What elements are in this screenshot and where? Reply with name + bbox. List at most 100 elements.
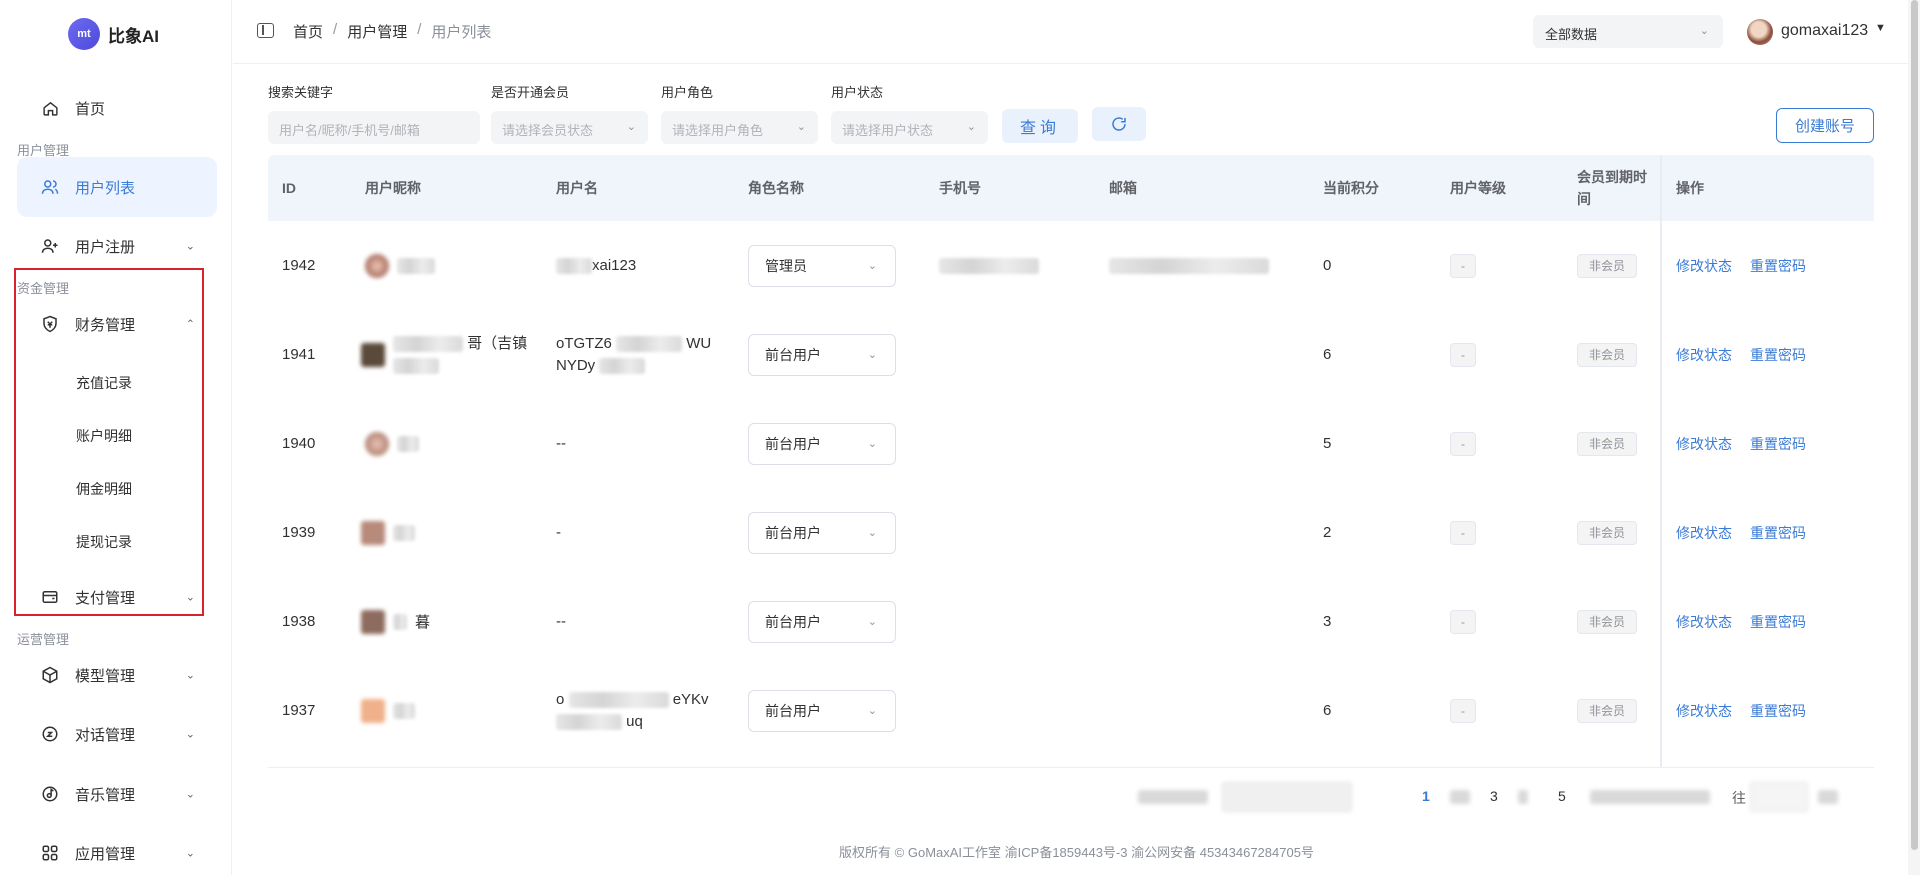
create-account-button[interactable]: 创建账号	[1776, 108, 1874, 143]
music-icon	[41, 785, 59, 803]
sidebar-toggle-icon[interactable]	[257, 23, 274, 38]
redacted-text	[556, 713, 622, 730]
data-scope-select[interactable]: 全部数据 ⌄	[1533, 15, 1723, 48]
chevron-down-icon: ⌄	[185, 669, 195, 682]
sidebar-subitem-recharge[interactable]: 充值记录	[76, 373, 132, 393]
user-avatar	[361, 698, 385, 723]
breadcrumb-home[interactable]: 首页	[293, 21, 323, 42]
redacted-text	[393, 702, 415, 719]
role-value: 管理员	[765, 257, 807, 274]
username[interactable]: gomaxai123	[1781, 22, 1868, 40]
role-select[interactable]: 前台用户 ⌄	[748, 511, 896, 554]
logo-icon: mt	[68, 18, 100, 50]
reset-password-link[interactable]: 重置密码	[1750, 612, 1806, 632]
data-scope-value: 全部数据	[1545, 27, 1598, 42]
sidebar-item-label: 对话管理	[75, 726, 136, 744]
cell-level: -	[1450, 577, 1476, 666]
scrollbar-thumb[interactable]	[1911, 0, 1918, 850]
page-size-select[interactable]	[1222, 782, 1352, 812]
role-select[interactable]: 前台用户 ⌄	[748, 689, 896, 732]
redacted-text	[397, 435, 419, 452]
cell-username: --	[556, 613, 566, 630]
edit-status-link[interactable]: 修改状态	[1676, 345, 1732, 365]
user-status-placeholder: 请选择用户状态	[842, 123, 934, 138]
member-status-select[interactable]: 请选择会员状态 ⌄	[491, 111, 648, 144]
reset-password-link[interactable]: 重置密码	[1750, 523, 1806, 543]
vip-tag: 非会员	[1577, 520, 1637, 545]
sidebar-subitem-commission[interactable]: 佣金明细	[76, 479, 132, 499]
filter-keyword-label: 搜索关键字	[268, 85, 334, 100]
refresh-button[interactable]	[1092, 107, 1146, 141]
edit-status-link[interactable]: 修改状态	[1676, 523, 1732, 543]
users-icon	[41, 178, 59, 196]
edit-status-link[interactable]: 修改状态	[1676, 612, 1732, 632]
col-phone: 手机号	[939, 180, 981, 196]
query-button[interactable]: 查询	[1002, 109, 1078, 143]
sidebar-item-home[interactable]: 首页	[17, 80, 217, 136]
edit-status-link[interactable]: 修改状态	[1676, 434, 1732, 454]
sidebar: mt 比象AI 首页 用户管理 用户列表 用户注册 ⌄ 资金管理 财务管理 ⌃ …	[0, 0, 232, 875]
top-header: 首页 / 用户管理 / 用户列表 全部数据 ⌄ gomaxai123 ▼	[233, 0, 1920, 64]
apps-icon	[41, 844, 59, 862]
cell-points: 6	[1323, 702, 1332, 719]
cell-points: 6	[1323, 346, 1332, 363]
role-select[interactable]: 前台用户 ⌄	[748, 422, 896, 465]
reset-password-link[interactable]: 重置密码	[1750, 345, 1806, 365]
chevron-down-icon: ⌄	[626, 121, 636, 133]
role-select[interactable]: 前台用户 ⌄	[748, 333, 896, 376]
sidebar-subitem-withdraw[interactable]: 提现记录	[76, 532, 132, 552]
sidebar-subitem-account-detail[interactable]: 账户明细	[76, 426, 132, 446]
sidebar-item-apps[interactable]: 应用管理 ⌄	[17, 824, 217, 875]
cell-email	[1109, 221, 1269, 310]
search-input[interactable]: 用户名/昵称/手机号/邮箱	[268, 111, 480, 144]
cell-nickname	[361, 666, 415, 755]
role-value: 前台用户	[765, 346, 821, 363]
page-5[interactable]: 5	[1558, 788, 1566, 804]
sidebar-item-finance[interactable]: 财务管理 ⌃	[17, 295, 217, 353]
vip-tag: 非会员	[1577, 342, 1637, 367]
sidebar-item-payment[interactable]: 支付管理 ⌄	[17, 568, 217, 626]
redacted-text	[393, 335, 463, 352]
redacted-text	[1450, 790, 1470, 804]
brand-logo[interactable]: mt 比象AI	[68, 18, 159, 50]
role-placeholder: 请选择用户角色	[672, 123, 764, 138]
edit-status-link[interactable]: 修改状态	[1676, 701, 1732, 721]
col-vip-expiry: 会员到期时间	[1577, 169, 1647, 207]
sidebar-item-chat[interactable]: 对话管理 ⌄	[17, 705, 217, 763]
reset-password-link[interactable]: 重置密码	[1750, 256, 1806, 276]
reset-password-link[interactable]: 重置密码	[1750, 434, 1806, 454]
sidebar-item-user-list[interactable]: 用户列表	[17, 157, 217, 217]
avatar[interactable]	[1747, 19, 1773, 45]
vip-tag: 非会员	[1577, 609, 1637, 634]
cell-vip: 非会员	[1577, 488, 1637, 577]
sidebar-item-user-register[interactable]: 用户注册 ⌄	[17, 217, 217, 275]
cell-role: 前台用户 ⌄	[748, 577, 896, 666]
sidebar-item-music[interactable]: 音乐管理 ⌄	[17, 765, 217, 823]
cell-username: xai123	[556, 221, 636, 310]
pagination: 1 3 5 往	[1138, 780, 1868, 814]
reset-password-link[interactable]: 重置密码	[1750, 701, 1806, 721]
scrollbar[interactable]	[1908, 0, 1920, 875]
username-part: uq	[626, 712, 643, 730]
cell-phone	[939, 221, 1039, 310]
goto-input[interactable]	[1750, 782, 1808, 812]
role-select[interactable]: 管理员 ⌄	[748, 244, 896, 287]
caret-down-icon[interactable]: ▼	[1875, 22, 1886, 34]
role-select[interactable]: 请选择用户角色 ⌄	[661, 111, 818, 144]
edit-status-link[interactable]: 修改状态	[1676, 256, 1732, 276]
sidebar-item-model[interactable]: 模型管理 ⌄	[17, 646, 217, 704]
breadcrumb-user-management[interactable]: 用户管理	[347, 21, 407, 42]
username-part: NYDy	[556, 356, 596, 374]
page-1[interactable]: 1	[1422, 788, 1430, 804]
chevron-down-icon: ⌄	[867, 616, 877, 628]
role-value: 前台用户	[765, 613, 821, 630]
cell-actions: 修改状态 重置密码	[1676, 310, 1824, 399]
sidebar-item-label: 支付管理	[75, 589, 136, 607]
redacted-text	[568, 691, 669, 708]
page-3[interactable]: 3	[1490, 788, 1498, 804]
user-status-select[interactable]: 请选择用户状态 ⌄	[831, 111, 988, 144]
role-select[interactable]: 前台用户 ⌄	[748, 600, 896, 643]
user-avatar	[365, 431, 389, 456]
cell-points: 2	[1323, 524, 1332, 541]
sidebar-item-label: 用户列表	[75, 179, 136, 197]
